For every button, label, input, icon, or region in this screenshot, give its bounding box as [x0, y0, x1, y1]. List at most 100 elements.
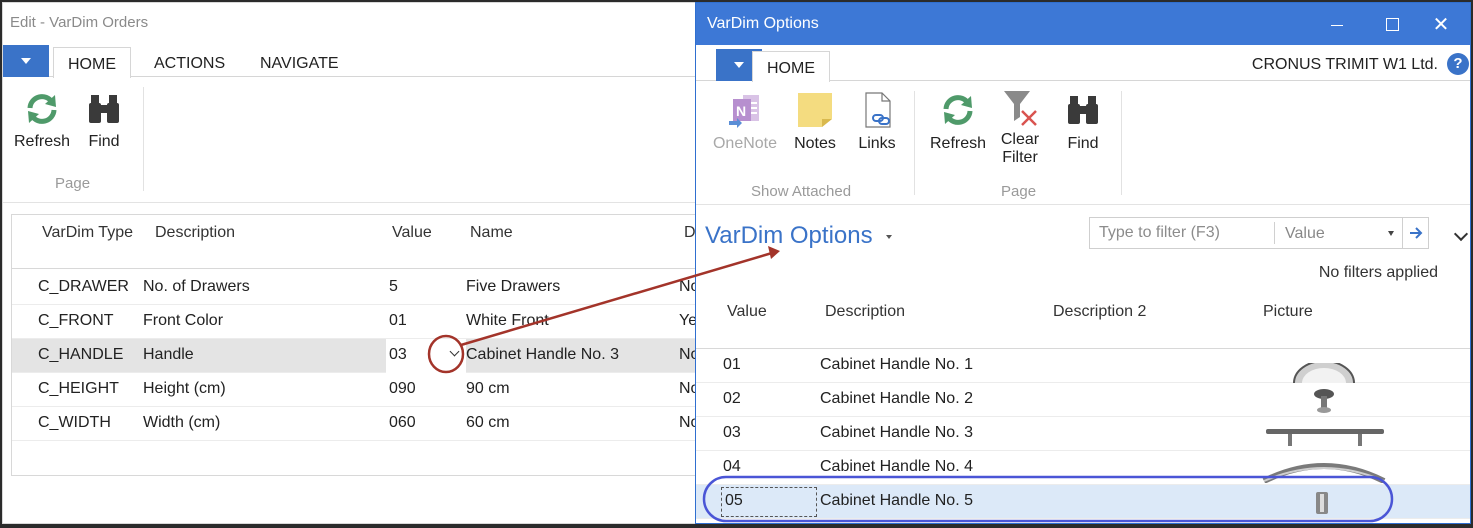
app-menu-button[interactable] [3, 45, 49, 77]
svg-text:N: N [736, 103, 746, 119]
column-header-name[interactable]: Name [470, 224, 513, 242]
cell-name: 60 cm [466, 414, 510, 431]
filter-input[interactable] [1090, 218, 1275, 248]
cell-value: 03 [723, 424, 741, 441]
column-header-description[interactable]: Description [155, 224, 235, 242]
column-header-description[interactable]: Description [825, 303, 905, 321]
clear-filter-label-line2: Filter [1002, 149, 1038, 166]
list-item-selected[interactable]: 05 Cabinet Handle No. 5 [696, 485, 1470, 519]
app-menu-icon [21, 58, 31, 64]
vardim-options-window: VarDim Options ✕ HOME CRONUS TRIMIT W1 L… [695, 2, 1471, 524]
filter-bar: Value [1089, 217, 1429, 249]
ribbon: Refresh Find Page [3, 77, 761, 203]
column-header-value[interactable]: Value [727, 303, 767, 321]
refresh-icon [27, 94, 57, 124]
cell-value[interactable]: 090 [389, 380, 416, 398]
ribbon-separator [1121, 91, 1122, 195]
window-title: VarDim Options [707, 15, 819, 32]
handle-5-picture [1316, 492, 1328, 514]
cell-description: Width (cm) [143, 414, 221, 431]
grid-header: Value Description Description 2 Picture [696, 293, 1470, 349]
onenote-button[interactable]: N OneNote [710, 91, 780, 153]
onenote-label: OneNote [712, 135, 778, 152]
value-edit-field[interactable]: 05 [721, 487, 817, 517]
tab-actions[interactable]: ACTIONS [140, 47, 239, 78]
cell-value: 01 [723, 356, 741, 373]
find-binoculars-icon [89, 95, 119, 123]
cell-value[interactable]: 060 [389, 414, 416, 432]
handle-4-picture [1262, 463, 1386, 483]
cell-vardim-type: C_HANDLE [38, 346, 124, 363]
cell-description: Handle [143, 346, 194, 363]
tab-home[interactable]: HOME [53, 47, 131, 78]
expand-chevron-icon[interactable] [1453, 226, 1469, 242]
find-button[interactable]: Find [1060, 91, 1106, 153]
vardim-orders-window: Edit - VarDim Orders HOME ACTIONS NAVIGA… [2, 2, 762, 524]
cell-value[interactable]: 01 [389, 312, 407, 330]
notes-label: Notes [794, 135, 836, 152]
cell-vardim-type: C_DRAWER [38, 278, 129, 295]
cell-vardim-type: C_WIDTH [38, 414, 111, 431]
page-title[interactable]: VarDim Options [705, 222, 873, 250]
notes-icon [798, 93, 832, 127]
column-header-vardim-type[interactable]: VarDim Type [42, 224, 133, 242]
onenote-icon: N [729, 95, 759, 128]
filter-divider [1274, 222, 1275, 244]
notes-button[interactable]: Notes [790, 91, 840, 153]
table-row[interactable]: C_WIDTH Width (cm) 060 60 cm No [12, 407, 755, 441]
clear-filter-label-line1: Clear [1000, 131, 1040, 148]
clear-filter-button[interactable]: Clear Filter [996, 87, 1044, 167]
column-header-value[interactable]: Value [392, 224, 432, 242]
table-row-selected[interactable]: C_HANDLE Handle 03 Cabinet Handle No. 3 … [12, 339, 755, 373]
links-button[interactable]: Links [854, 91, 900, 153]
find-label: Find [1067, 135, 1099, 152]
list-item[interactable]: 04 Cabinet Handle No. 4 [696, 451, 1470, 485]
handle-2-picture [1314, 389, 1334, 413]
page-title-caret-icon[interactable] [886, 235, 892, 239]
app-menu-icon [734, 62, 744, 68]
maximize-icon[interactable] [1369, 3, 1415, 45]
refresh-button[interactable]: Refresh [13, 91, 71, 151]
refresh-label: Refresh [929, 135, 987, 152]
links-icon [865, 92, 891, 128]
handle-1-picture [1293, 363, 1355, 383]
close-icon[interactable]: ✕ [1418, 3, 1464, 45]
cell-description: Height (cm) [143, 380, 226, 397]
tab-home[interactable]: HOME [752, 51, 830, 82]
cell-description: No. of Drawers [143, 278, 250, 295]
table-row[interactable]: C_FRONT Front Color 01 White Front Ye [12, 305, 755, 339]
links-label: Links [858, 135, 896, 152]
refresh-button[interactable]: Refresh [928, 91, 988, 153]
chevron-down-icon [1388, 231, 1394, 236]
cell-description: Cabinet Handle No. 1 [820, 356, 973, 373]
list-item[interactable]: 02 Cabinet Handle No. 2 [696, 383, 1470, 417]
filter-go-button[interactable] [1402, 218, 1428, 248]
table-row[interactable]: C_DRAWER No. of Drawers 5 Five Drawers N… [12, 271, 755, 305]
cell-description: Cabinet Handle No. 5 [820, 492, 973, 509]
find-button[interactable]: Find [83, 91, 125, 151]
column-header-d[interactable]: D [684, 224, 696, 242]
tab-navigate[interactable]: NAVIGATE [246, 47, 353, 78]
list-item[interactable]: 01 Cabinet Handle No. 1 [696, 349, 1470, 383]
ribbon-tab-row: HOME CRONUS TRIMIT W1 Ltd. ? [696, 45, 1470, 82]
filter-field-select[interactable]: Value [1276, 218, 1404, 248]
cell-description: Cabinet Handle No. 4 [820, 458, 973, 475]
cell-value: 04 [723, 458, 741, 475]
dropdown-chevron-icon[interactable] [448, 347, 462, 361]
grid-header: VarDim Type Description Value Name D [12, 215, 755, 269]
cell-value[interactable]: 5 [389, 278, 398, 296]
column-header-picture[interactable]: Picture [1263, 303, 1313, 321]
ribbon-separator [143, 87, 144, 191]
cell-value[interactable]: 03 [389, 346, 407, 364]
column-header-description-2[interactable]: Description 2 [1053, 303, 1146, 321]
refresh-label: Refresh [13, 133, 71, 150]
ribbon: N OneNote Notes Links Show Attached Refr… [696, 81, 1470, 205]
minimize-icon[interactable] [1314, 3, 1360, 45]
list-item[interactable]: 03 Cabinet Handle No. 3 [696, 417, 1470, 451]
table-row[interactable]: C_HEIGHT Height (cm) 090 90 cm No [12, 373, 755, 407]
clear-filter-icon [1004, 91, 1037, 126]
filter-field-value: Value [1285, 225, 1325, 242]
help-icon[interactable]: ? [1447, 53, 1469, 75]
cell-name: 90 cm [466, 380, 510, 397]
window-titlebar: VarDim Options ✕ [696, 3, 1470, 45]
